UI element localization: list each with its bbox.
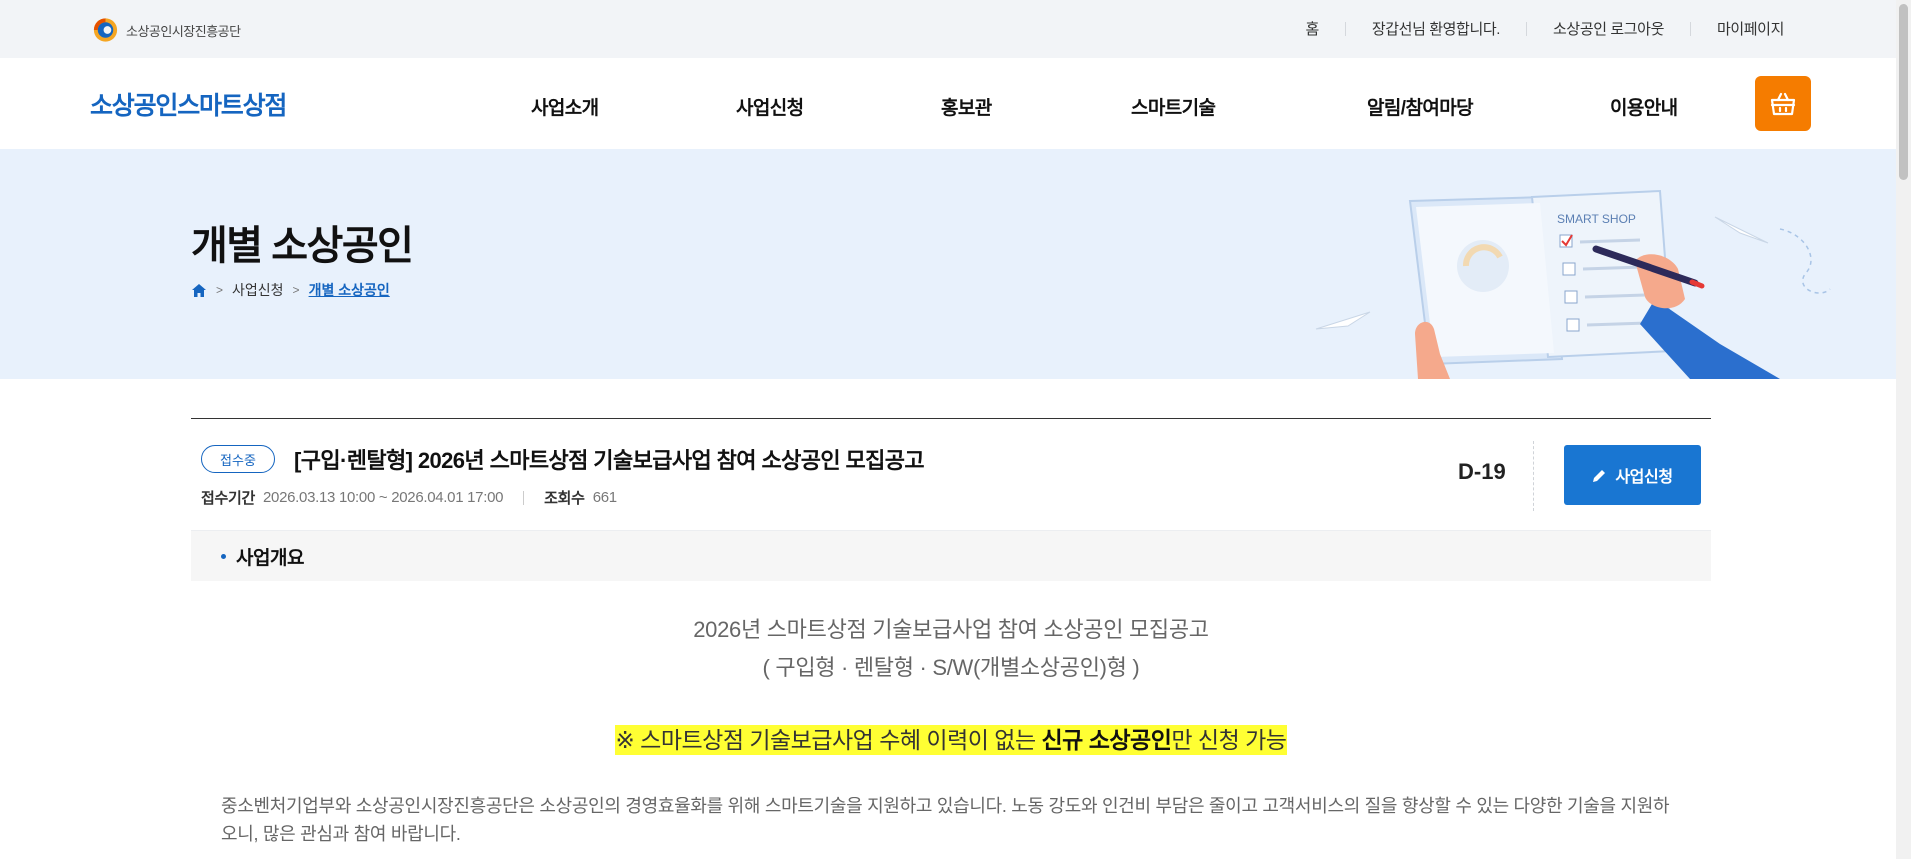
scrollbar-thumb[interactable] (1899, 4, 1908, 180)
home-icon[interactable] (191, 283, 207, 298)
pencil-icon (1593, 469, 1606, 482)
breadcrumb-current[interactable]: 개별 소상공인 (309, 280, 390, 300)
dday-counter: D-19 (1458, 459, 1506, 484)
section-header: 사업개요 (191, 531, 1711, 581)
notice-content: 2026년 스마트상점 기술보급사업 참여 소상공인 모집공고 ( 구입형 · … (191, 581, 1711, 859)
shopping-basket-icon (1770, 92, 1796, 115)
utility-links: 홈 장갑선님 환영합니다. 소상공인 로그아웃 마이페이지 (1279, 18, 1784, 39)
smart-shop-illustration: SMART SHOP (1315, 189, 1831, 379)
highlight-bold: 신규 소상공인 (1041, 727, 1172, 753)
menu-smart-tech[interactable]: 스마트기술 (1131, 93, 1216, 120)
highlight-prefix: ※ 스마트상점 기술보급사업 수혜 이력이 없는 (615, 727, 1042, 753)
page-title: 개별 소상공인 (191, 224, 414, 268)
notice-header: 접수중 [구입·렌탈형] 2026년 스마트상점 기술보급사업 참여 소상공인 … (191, 419, 1711, 531)
utility-bar: 소상공인시장진흥공단 홈 장갑선님 환영합니다. 소상공인 로그아웃 마이페이지 (0, 0, 1896, 58)
breadcrumb-item[interactable]: 사업신청 (232, 280, 284, 300)
mypage-link[interactable]: 마이페이지 (1691, 18, 1784, 39)
brand-logo[interactable]: 소상공인스마트상점 (90, 86, 287, 122)
section-label: 사업개요 (236, 547, 304, 569)
illustration-text: SMART SHOP (1557, 212, 1636, 226)
notice-detail: 접수중 [구입·렌탈형] 2026년 스마트상점 기술보급사업 참여 소상공인 … (191, 418, 1711, 859)
divider (523, 490, 525, 505)
views-value: 661 (592, 489, 617, 506)
page-scrollbar[interactable] (1896, 0, 1911, 859)
menu-notice-participation[interactable]: 알림/참여마당 (1367, 93, 1474, 120)
notice-meta: 접수기간 2026.03.13 10:00 ~ 2026.04.01 17:00… (201, 487, 617, 508)
cart-button[interactable] (1755, 76, 1811, 131)
content-paragraph: 중소벤처기업부와 소상공인시장진흥공단은 소상공인의 경영효율화를 위해 스마트… (221, 796, 1670, 844)
period-label: 접수기간 (201, 490, 256, 507)
eligibility-notice: ※ 스마트상점 기술보급사업 수혜 이력이 없는 신규 소상공인만 신청 가능 (191, 721, 1711, 755)
menu-business-intro[interactable]: 사업소개 (531, 93, 599, 120)
chevron-right-icon: > (292, 283, 300, 297)
bullet-icon (221, 553, 226, 559)
home-link[interactable]: 홈 (1279, 18, 1344, 39)
menu-promotion[interactable]: 홍보관 (941, 93, 992, 120)
content-heading-line2: ( 구입형 · 렌탈형 · S/W(개별소상공인)형 ) (762, 655, 1140, 680)
main-nav: 소상공인스마트상점 사업소개 사업신청 홍보관 스마트기술 알림/참여마당 이용… (0, 58, 1896, 149)
status-badge: 접수중 (201, 445, 275, 473)
breadcrumb: > 사업신청 > 개별 소상공인 (191, 280, 390, 300)
hero-banner: 개별 소상공인 > 사업신청 > 개별 소상공인 SMART SHOP (0, 149, 1896, 379)
views-label: 조회수 (544, 490, 585, 507)
content-heading-line1: 2026년 스마트상점 기술보급사업 참여 소상공인 모집공고 (693, 617, 1209, 642)
welcome-text: 장갑선님 환영합니다. (1371, 21, 1501, 38)
period-value: 2026.03.13 10:00 ~ 2026.04.01 17:00 (263, 489, 504, 506)
logout-link[interactable]: 소상공인 로그아웃 (1527, 18, 1690, 39)
org-name: 소상공인시장진흥공단 (126, 23, 241, 39)
apply-button[interactable]: 사업신청 (1564, 445, 1701, 505)
menu-guide[interactable]: 이용안내 (1610, 93, 1678, 120)
menu-business-apply[interactable]: 사업신청 (736, 93, 804, 120)
highlight-suffix: 만 신청 가능 (1171, 727, 1287, 753)
notice-title: [구입·렌탈형] 2026년 스마트상점 기술보급사업 참여 소상공인 모집공고 (294, 448, 925, 473)
apply-button-label: 사업신청 (1615, 469, 1673, 486)
org-logo-icon (93, 18, 118, 42)
divider (1533, 441, 1534, 511)
org-logo[interactable]: 소상공인시장진흥공단 (91, 17, 241, 43)
chevron-right-icon: > (216, 283, 224, 297)
